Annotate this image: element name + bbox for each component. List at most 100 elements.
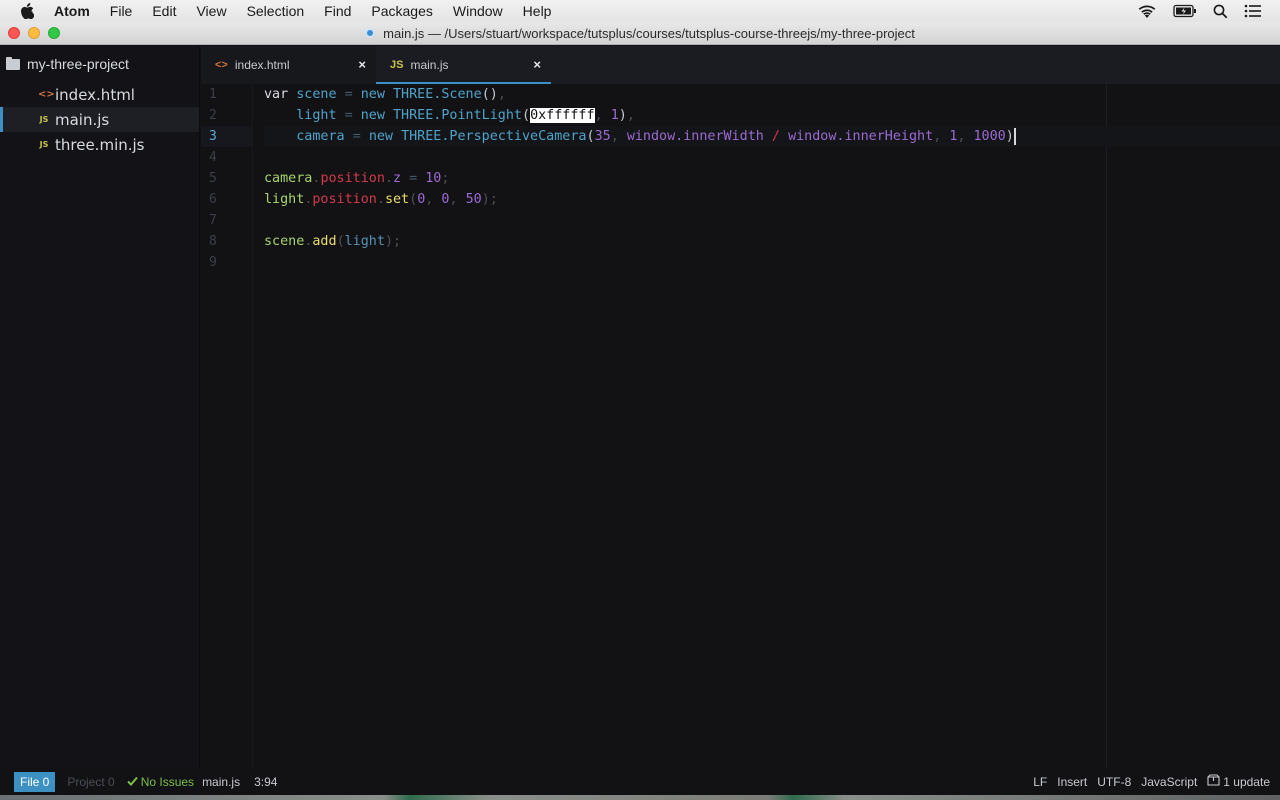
token-paren: ) (1005, 129, 1014, 144)
token-object: light (264, 192, 305, 207)
text-cursor (1013, 127, 1016, 145)
window-close-button[interactable] (8, 27, 20, 39)
line-number-gutter: 1 2 3 4 5 6 7 8 9 (201, 84, 253, 768)
line-ending-selector[interactable]: LF (1033, 775, 1047, 789)
encoding-selector[interactable]: UTF-8 (1097, 775, 1131, 789)
selected-text: 0xffffff (530, 108, 595, 123)
token-punctuation: ; (441, 171, 450, 186)
spotlight-search-icon[interactable] (1213, 4, 1228, 19)
token-punctuation: . (376, 192, 385, 207)
token-operator: = (344, 108, 353, 123)
tree-item-index-html[interactable]: <> index.html (0, 82, 199, 107)
code-lines[interactable]: var scene = new THREE.Scene(), light = n… (264, 84, 1280, 273)
window-zoom-button[interactable] (48, 27, 60, 39)
menu-selection[interactable]: Selection (247, 3, 305, 19)
code-line-5[interactable]: camera.position.z = 10; (264, 168, 1280, 189)
token-punctuation: , (449, 192, 466, 207)
menu-edit[interactable]: Edit (152, 3, 176, 19)
tree-view: my-three-project <> index.html JS main.j… (0, 46, 200, 768)
token-class: THREE.PointLight (393, 108, 522, 123)
token-operator: = (344, 87, 353, 102)
html-file-icon: <> (38, 89, 55, 100)
tree-item-main-js[interactable]: JS main.js (0, 107, 199, 132)
token-punctuation: ; (489, 192, 498, 207)
battery-icon[interactable] (1173, 4, 1197, 18)
tree-item-three-min-js[interactable]: JS three.min.js (0, 132, 199, 157)
token-number: 10 (425, 171, 442, 186)
line-number-current: 3 (201, 126, 252, 147)
editor-mode[interactable]: Insert (1057, 775, 1087, 789)
code-line-6[interactable]: light.position.set(0, 0, 50); (264, 189, 1280, 210)
token-paren: ) (618, 108, 627, 123)
menu-find[interactable]: Find (324, 3, 351, 19)
status-filename[interactable]: main.js (202, 775, 240, 789)
line-number: 2 (209, 108, 217, 123)
macos-menu-bar: Atom File Edit View Selection Find Packa… (0, 0, 1280, 22)
token-class: THREE.PerspectiveCamera (401, 129, 587, 144)
token-argument: window.innerHeight (788, 129, 934, 144)
token-paren: ( (586, 129, 595, 144)
menubar-status-icons (1137, 0, 1262, 22)
token-property: z (393, 171, 402, 186)
grammar-selector[interactable]: JavaScript (1141, 775, 1197, 789)
tree-item-label: index.html (55, 85, 135, 104)
line-number: 7 (209, 213, 217, 228)
cursor-position[interactable]: 3:94 (254, 775, 277, 789)
token-operator: = (352, 129, 361, 144)
menu-file[interactable]: File (110, 3, 133, 19)
token-punctuation: , (957, 129, 974, 144)
token-paren: ) (384, 234, 393, 249)
window-title: main.js — /Users/stuart/workspace/tutspl… (383, 25, 915, 41)
token-number: 35 (594, 129, 611, 144)
token-object: scene (264, 234, 305, 249)
tree-root-folder[interactable]: my-three-project (0, 46, 199, 82)
menu-packages[interactable]: Packages (371, 3, 432, 19)
status-bar: File 0 Project 0 No Issues main.js 3:94 … (0, 768, 1280, 795)
js-file-icon: JS (39, 115, 49, 124)
code-line-9[interactable] (264, 252, 1280, 273)
line-number: 9 (209, 255, 217, 270)
token-paren: ( (522, 108, 531, 123)
code-line-1[interactable]: var scene = new THREE.Scene(), (264, 84, 1280, 105)
token-paren: () (481, 87, 498, 102)
code-line-3-current[interactable]: camera = new THREE.PerspectiveCamera(35,… (264, 126, 1280, 147)
package-icon (1207, 774, 1220, 789)
token-class: THREE.Scene (393, 87, 482, 102)
menu-app-atom[interactable]: Atom (54, 3, 90, 19)
tree-item-label: main.js (55, 110, 110, 129)
linter-project-badge[interactable]: Project 0 (63, 772, 118, 792)
desktop-background (0, 795, 1280, 800)
status-bar-right: LF Insert UTF-8 JavaScript 1 update (1033, 774, 1270, 789)
apple-menu-icon[interactable] (20, 3, 36, 19)
menu-window[interactable]: Window (453, 3, 503, 19)
token-argument: window.innerWidth (626, 129, 764, 144)
code-line-8[interactable]: scene.add(light); (264, 231, 1280, 252)
token-paren: ( (409, 192, 418, 207)
close-icon[interactable]: × (358, 57, 366, 72)
wifi-icon[interactable] (1137, 4, 1157, 19)
token-keyword: var (264, 87, 289, 102)
token-operator: = (401, 171, 426, 186)
token-property: position (312, 192, 377, 207)
token-keyword-new: new (360, 108, 385, 123)
close-icon[interactable]: × (533, 57, 541, 72)
linter-file-badge[interactable]: File 0 (14, 771, 56, 792)
code-line-7[interactable] (264, 210, 1280, 231)
menu-help[interactable]: Help (523, 3, 552, 19)
code-editor[interactable]: 1 2 3 4 5 6 7 8 9 var scene = new THREE.… (201, 84, 1280, 768)
tab-main-js[interactable]: JS main.js × (376, 46, 551, 84)
tab-index-html[interactable]: <> index.html × (201, 46, 376, 84)
code-line-2[interactable]: light = new THREE.PointLight(0xffffff, 1… (264, 105, 1280, 126)
token-keyword-new: new (360, 87, 385, 102)
updates-label: 1 update (1223, 774, 1270, 789)
package-updates[interactable]: 1 update (1207, 774, 1270, 789)
tab-label: main.js (410, 58, 449, 72)
notification-center-icon[interactable] (1244, 4, 1262, 18)
token-method: set (384, 192, 410, 207)
code-line-4[interactable] (264, 147, 1280, 168)
line-number: 1 (209, 87, 217, 102)
menu-view[interactable]: View (196, 3, 226, 19)
linter-issues-status[interactable]: No Issues (126, 775, 194, 789)
window-minimize-button[interactable] (28, 27, 40, 39)
token-keyword-new: new (368, 129, 393, 144)
